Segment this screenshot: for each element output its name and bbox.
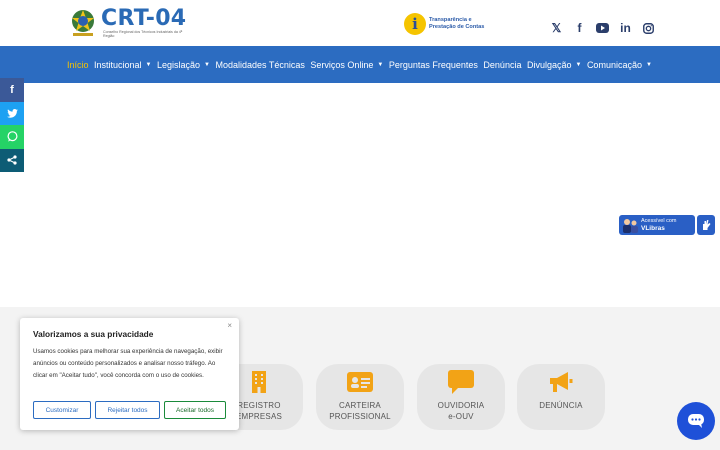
- nav-list: Início Institucional ▼ Legislação ▼ Modali…: [67, 46, 657, 83]
- header: CRT-04 Conselho Regional dos Técnicos In…: [0, 0, 720, 46]
- vlibras-hand-button[interactable]: [697, 215, 715, 235]
- building-icon: [246, 370, 272, 394]
- service-card-denuncia[interactable]: DENÚNCIA: [517, 364, 605, 430]
- accept-all-button[interactable]: Aceitar todos: [164, 401, 226, 419]
- reject-all-button[interactable]: Rejeitar todos: [95, 401, 160, 419]
- nav-label: Perguntas Frequentes: [388, 59, 478, 70]
- sign-language-icon: [703, 220, 711, 230]
- main-navigation: Início Institucional ▼ Legislação ▼ Modali…: [0, 46, 720, 83]
- brand-subtitle: Conselho Regional dos Técnicos Industria…: [103, 30, 183, 38]
- nav-item-denuncia[interactable]: Denúncia: [483, 60, 521, 70]
- nav-label: Institucional: [94, 59, 142, 70]
- nav-label: Serviços Online: [310, 59, 374, 70]
- vlibras-line1: Acessível com: [641, 217, 677, 224]
- cookie-body: Usamos cookies para melhorar sua experiê…: [33, 348, 223, 379]
- nav-item-institucional[interactable]: Institucional ▼: [94, 60, 151, 70]
- chevron-down-icon: ▼: [204, 61, 210, 68]
- card-label-line2: e-OUV: [448, 412, 474, 421]
- share-facebook-button[interactable]: f: [0, 78, 24, 102]
- nav-label: Modalidades Técnicas: [215, 59, 305, 70]
- nav-label: Denúncia: [483, 59, 522, 70]
- chat-button[interactable]: [677, 402, 715, 440]
- share-icon: [7, 155, 17, 165]
- card-label-line2: PROFISSIONAL: [329, 412, 391, 421]
- chevron-down-icon: ▼: [145, 61, 152, 68]
- instagram-icon[interactable]: [637, 19, 660, 37]
- x-twitter-icon[interactable]: 𝕏: [545, 19, 568, 37]
- twitter-bird-icon: [6, 108, 18, 118]
- nav-item-perguntas[interactable]: Perguntas Frequentes: [389, 60, 478, 70]
- cookie-title: Valorizamos a sua privacidade: [33, 329, 154, 339]
- close-icon[interactable]: ×: [227, 321, 232, 330]
- transparency-link[interactable]: i Transparência e Prestação de Contas: [404, 13, 489, 35]
- vlibras-avatar-icon: [619, 215, 641, 235]
- chat-icon: [688, 414, 704, 428]
- share-sidebar: f: [0, 78, 24, 172]
- nav-label: Início: [67, 59, 89, 70]
- nav-item-modalidades[interactable]: Modalidades Técnicas: [215, 60, 304, 70]
- speech-bubble-icon: [448, 370, 474, 394]
- share-more-button[interactable]: [0, 148, 24, 172]
- share-whatsapp-button[interactable]: [0, 125, 24, 149]
- transparency-label: Transparência e Prestação de Contas: [429, 17, 485, 30]
- nav-item-servicos-online[interactable]: Serviços Online ▼: [310, 60, 383, 70]
- nav-label: Divulgação: [526, 59, 572, 70]
- nav-item-inicio[interactable]: Início: [67, 60, 89, 70]
- card-label-line1: OUVIDORIA: [437, 401, 485, 410]
- social-links: 𝕏 f in: [545, 19, 660, 37]
- cookie-consent-banner: × Valorizamos a sua privacidade Usamos c…: [20, 318, 239, 430]
- card-label-line1: DENÚNCIA: [539, 401, 583, 410]
- megaphone-icon: [548, 370, 574, 394]
- nav-label: Legislação: [157, 59, 201, 70]
- card-label-line1: CARTEIRA: [339, 401, 381, 410]
- whatsapp-icon: [6, 131, 18, 142]
- coat-of-arms-icon: [72, 10, 94, 36]
- id-card-icon: [347, 370, 373, 394]
- share-twitter-button[interactable]: [0, 101, 24, 125]
- service-card-carteira-profissional[interactable]: CARTEIRA PROFISSIONAL: [316, 364, 404, 430]
- info-icon: i: [404, 13, 426, 35]
- chevron-down-icon: ▼: [377, 61, 384, 68]
- card-label-line2: EMPRESAS: [235, 412, 283, 421]
- linkedin-icon[interactable]: in: [614, 19, 637, 37]
- facebook-icon: f: [10, 83, 14, 96]
- facebook-icon[interactable]: f: [568, 19, 591, 37]
- chevron-down-icon: ▼: [575, 61, 582, 68]
- vlibras-widget[interactable]: Acessível com VLibras: [619, 215, 695, 235]
- vlibras-line2: VLibras: [641, 224, 665, 232]
- customize-button[interactable]: Customizar: [33, 401, 91, 419]
- site-logo[interactable]: CRT-04 Conselho Regional dos Técnicos In…: [68, 6, 186, 40]
- youtube-icon[interactable]: [591, 19, 614, 37]
- chevron-down-icon: ▼: [645, 61, 652, 68]
- service-card-ouvidoria[interactable]: OUVIDORIA e-OUV: [417, 364, 505, 430]
- brand-name: CRT-04: [101, 6, 187, 31]
- nav-item-legislacao[interactable]: Legislação ▼: [157, 60, 210, 70]
- card-label-line1: REGISTRO: [237, 401, 281, 410]
- nav-item-comunicacao[interactable]: Comunicação ▼: [587, 60, 652, 70]
- nav-item-divulgacao[interactable]: Divulgação ▼: [527, 60, 581, 70]
- nav-label: Comunicação: [586, 59, 642, 70]
